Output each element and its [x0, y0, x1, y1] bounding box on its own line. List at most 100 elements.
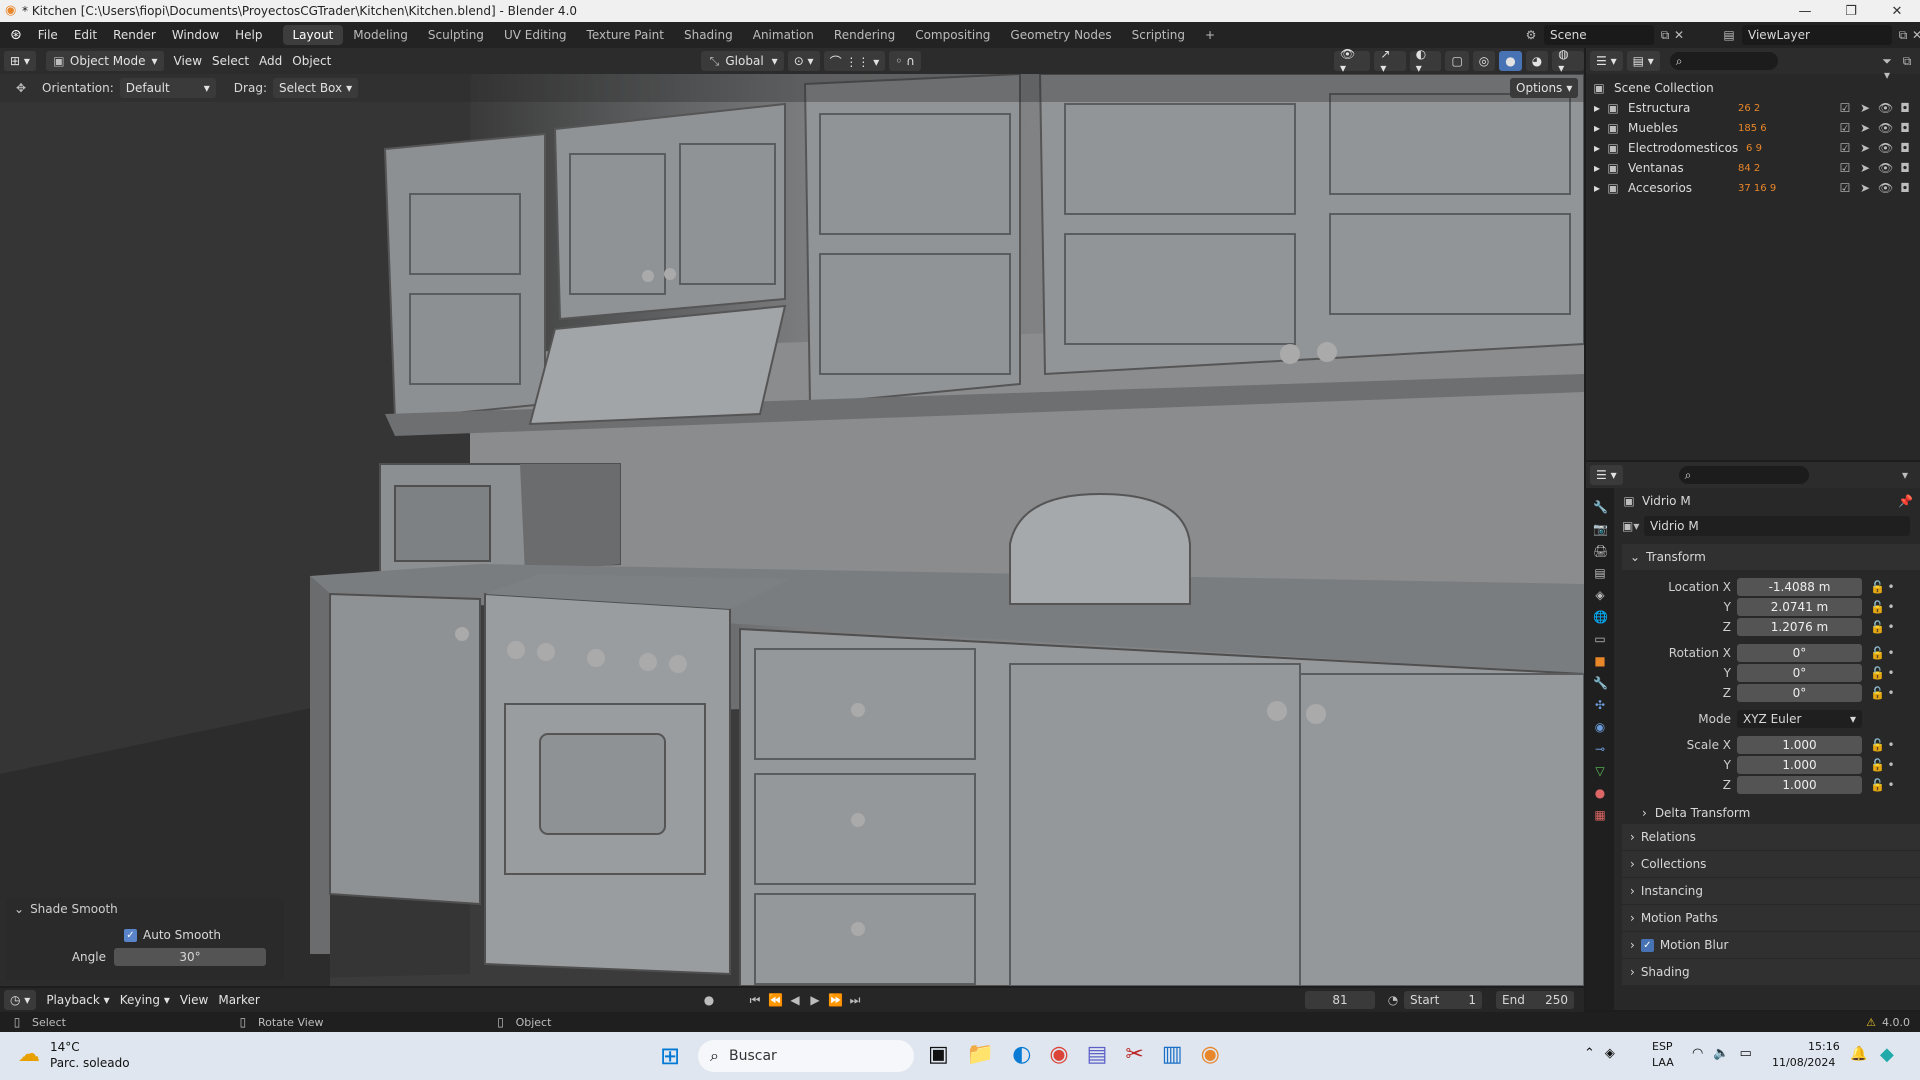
- scale-z-field[interactable]: 1.000: [1737, 776, 1862, 794]
- language-label[interactable]: ESP: [1652, 1040, 1673, 1053]
- menu-edit[interactable]: Edit: [66, 28, 105, 42]
- outliner-item[interactable]: ▸ ▣ Ventanas 84 2 ☑ ➤ 👁 ◘: [1586, 158, 1920, 178]
- eye-icon[interactable]: 👁: [1878, 121, 1893, 135]
- checkbox-icon[interactable]: ☑: [1838, 161, 1852, 175]
- timeline-editor-type-icon[interactable]: ◷ ▾: [4, 990, 37, 1010]
- new-scene-icon[interactable]: ⧉: [1658, 28, 1672, 42]
- camera-icon[interactable]: ◘: [1898, 161, 1912, 175]
- current-frame-field[interactable]: 81: [1305, 991, 1375, 1009]
- windows-start-icon[interactable]: ⊞: [660, 1042, 680, 1070]
- eye-icon[interactable]: 👁: [1878, 101, 1893, 115]
- maximize-icon[interactable]: ❐: [1828, 4, 1874, 19]
- notification-bell-icon[interactable]: 🔔: [1850, 1046, 1867, 1062]
- eye-icon[interactable]: 👁: [1878, 181, 1893, 195]
- filter-icon[interactable]: ⏷ ▾: [1880, 54, 1894, 82]
- play-reverse-icon[interactable]: ◀: [788, 993, 802, 1007]
- checkbox-icon[interactable]: ☑: [1838, 181, 1852, 195]
- relations-section-header[interactable]: › Relations: [1622, 824, 1920, 850]
- keyboard-layout-label[interactable]: LAA: [1652, 1056, 1674, 1069]
- transform-section-header[interactable]: ⌄ Transform: [1622, 544, 1920, 570]
- location-z-field[interactable]: 1.2076 m: [1737, 618, 1862, 636]
- checkbox-icon[interactable]: ☑: [1838, 121, 1852, 135]
- scene-collection-row[interactable]: ▣ Scene Collection: [1586, 78, 1920, 98]
- tab-sculpting[interactable]: Sculpting: [418, 25, 494, 45]
- clock-time[interactable]: 15:16: [1808, 1040, 1840, 1053]
- keyframe-dot-icon[interactable]: •: [1884, 600, 1898, 614]
- keying-menu[interactable]: Keying ▾: [120, 993, 170, 1007]
- rotation-z-field[interactable]: 0°: [1737, 684, 1862, 702]
- object-data-icon[interactable]: ▣▾: [1622, 519, 1639, 533]
- keyframe-dot-icon[interactable]: •: [1884, 646, 1898, 660]
- render-tab-icon[interactable]: 📷: [1593, 522, 1608, 536]
- snipping-tool-icon[interactable]: ✂: [1125, 1042, 1143, 1067]
- tab-uv-editing[interactable]: UV Editing: [494, 25, 577, 45]
- rotation-y-field[interactable]: 0°: [1737, 664, 1862, 682]
- keyframe-dot-icon[interactable]: •: [1884, 620, 1898, 634]
- lock-icon[interactable]: 🔓: [1870, 758, 1885, 772]
- cursor-icon[interactable]: ➤: [1858, 141, 1872, 155]
- start-frame-field[interactable]: Start 1: [1404, 991, 1482, 1009]
- editor-type-icon[interactable]: ⊞ ▾: [4, 51, 36, 71]
- marker-menu[interactable]: Marker: [218, 993, 259, 1007]
- chevron-right-icon[interactable]: ▸: [1594, 141, 1600, 155]
- minimize-icon[interactable]: —: [1782, 4, 1828, 19]
- shading-section-header[interactable]: › Shading: [1622, 959, 1920, 985]
- material-tab-icon[interactable]: ●: [1593, 786, 1607, 800]
- orientation-dropdown[interactable]: Default ▾: [119, 78, 216, 98]
- tab-shading[interactable]: Shading: [674, 25, 743, 45]
- security-icon[interactable]: ◈: [1605, 1046, 1615, 1061]
- record-icon[interactable]: ●: [702, 993, 716, 1007]
- playback-menu[interactable]: Playback ▾: [46, 993, 109, 1007]
- texture-tab-icon[interactable]: ▦: [1593, 808, 1607, 822]
- object-name-field[interactable]: Vidrio M: [1644, 516, 1910, 536]
- timeline-view-menu[interactable]: View: [180, 993, 208, 1007]
- chevron-right-icon[interactable]: ▸: [1594, 101, 1600, 115]
- outliner-item[interactable]: ▸ ▣ Accesorios 37 16 9 ☑ ➤ 👁 ◘: [1586, 178, 1920, 198]
- scale-x-field[interactable]: 1.000: [1737, 736, 1862, 754]
- tab-scripting[interactable]: Scripting: [1122, 25, 1195, 45]
- outliner-item[interactable]: ▸ ▣ Estructura 26 2 ☑ ➤ 👁 ◘: [1586, 98, 1920, 118]
- new-view-layer-icon[interactable]: ⧉: [1896, 28, 1910, 42]
- clock-date[interactable]: 11/08/2024: [1772, 1056, 1835, 1069]
- menu-add[interactable]: Add: [259, 54, 282, 68]
- stopwatch-icon[interactable]: ◔: [1386, 993, 1400, 1007]
- delete-view-layer-icon[interactable]: ✕: [1910, 28, 1920, 42]
- camera-icon[interactable]: ◘: [1898, 181, 1912, 195]
- tab-compositing[interactable]: Compositing: [905, 25, 1000, 45]
- particles-tab-icon[interactable]: ✣: [1593, 698, 1607, 712]
- chevron-down-icon[interactable]: ▾: [1898, 468, 1912, 482]
- chrome-icon[interactable]: ◉: [1049, 1042, 1068, 1067]
- collection-tab-icon[interactable]: ▭: [1593, 632, 1607, 646]
- lock-icon[interactable]: 🔓: [1870, 778, 1885, 792]
- prev-keyframe-icon[interactable]: ⏪: [768, 993, 783, 1007]
- cursor-icon[interactable]: ➤: [1858, 121, 1872, 135]
- chevron-right-icon[interactable]: ▸: [1594, 121, 1600, 135]
- chevron-up-icon[interactable]: ⌃: [1584, 1046, 1595, 1061]
- delta-transform-subpanel[interactable]: › Delta Transform: [1622, 803, 1920, 823]
- view-layer-selector[interactable]: ▤ ViewLayer ⧉ ✕: [1722, 25, 1920, 45]
- options-dropdown[interactable]: Options ▾: [1510, 78, 1579, 98]
- teams-icon[interactable]: ▤: [1087, 1042, 1108, 1067]
- properties-search-input[interactable]: ⌕: [1678, 466, 1809, 484]
- physics-tab-icon[interactable]: ◉: [1593, 720, 1607, 734]
- collections-section-header[interactable]: › Collections: [1622, 851, 1920, 877]
- outliner-item[interactable]: ▸ ▣ Electrodomesticos 6 9 ☑ ➤ 👁 ◘: [1586, 138, 1920, 158]
- eye-icon[interactable]: 👁: [1878, 141, 1893, 155]
- location-y-field[interactable]: 2.0741 m: [1737, 598, 1862, 616]
- world-tab-icon[interactable]: 🌐: [1593, 610, 1608, 624]
- motion-paths-section-header[interactable]: › Motion Paths: [1622, 905, 1920, 931]
- menu-select[interactable]: Select: [212, 54, 249, 68]
- scene-tab-icon[interactable]: ◈: [1593, 588, 1607, 602]
- location-x-field[interactable]: -1.4088 m: [1737, 578, 1862, 596]
- lock-icon[interactable]: 🔓: [1870, 666, 1885, 680]
- eye-icon[interactable]: 👁: [1878, 161, 1893, 175]
- instancing-section-header[interactable]: › Instancing: [1622, 878, 1920, 904]
- scene-name[interactable]: Scene: [1544, 25, 1654, 45]
- output-tab-icon[interactable]: 🖨: [1593, 544, 1608, 558]
- constraints-tab-icon[interactable]: ⊸: [1593, 742, 1607, 756]
- camera-icon[interactable]: ◘: [1898, 101, 1912, 115]
- object-tab-icon[interactable]: ■: [1593, 654, 1607, 668]
- overlay-icon[interactable]: ◐ ▾: [1409, 47, 1442, 75]
- taskbar-search-box[interactable]: ⌕ Buscar: [698, 1040, 914, 1072]
- rotation-mode-dropdown[interactable]: XYZ Euler ▾: [1737, 710, 1862, 728]
